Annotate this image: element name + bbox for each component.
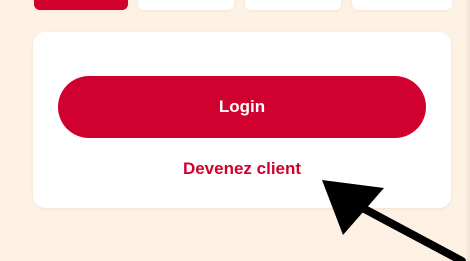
login-card: Login Devenez client — [33, 32, 451, 208]
tab-active[interactable] — [34, 0, 128, 10]
app-frame: Login Devenez client — [0, 0, 470, 261]
login-button[interactable]: Login — [58, 76, 426, 138]
tab-3[interactable] — [245, 0, 341, 10]
become-client-link[interactable]: Devenez client — [33, 159, 451, 179]
tab-4[interactable] — [352, 0, 452, 10]
tab-2[interactable] — [138, 0, 234, 10]
top-tab-strip — [34, 0, 454, 14]
arrow-shaft — [353, 201, 466, 261]
